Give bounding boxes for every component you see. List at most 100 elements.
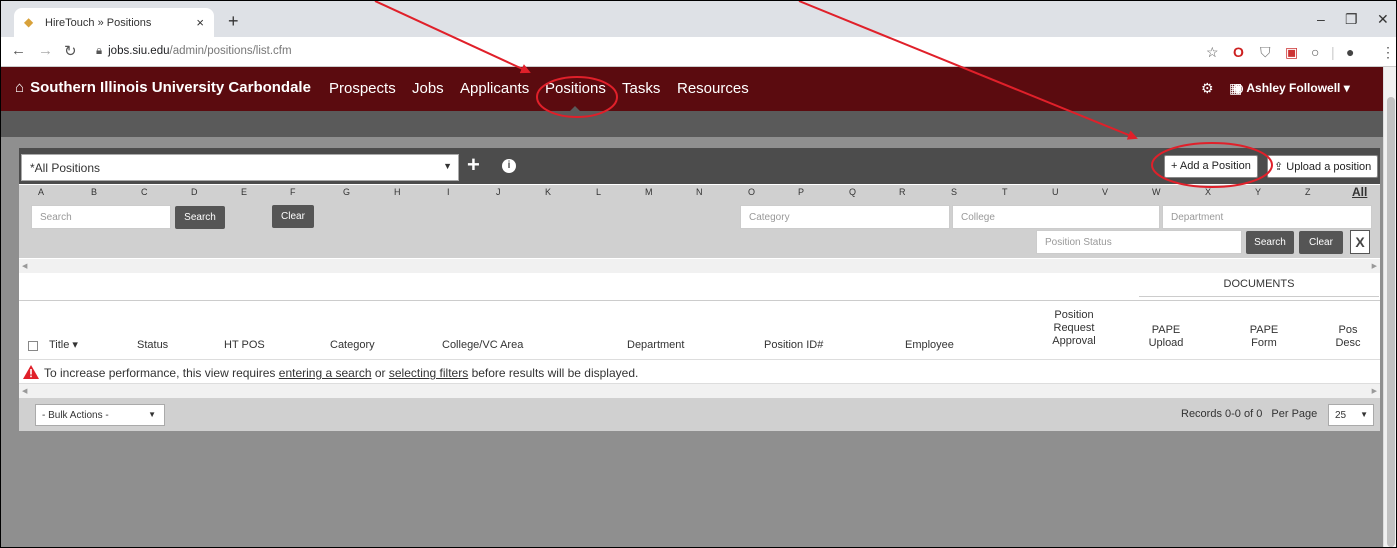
select-all-checkbox[interactable] <box>28 341 38 351</box>
scroll-right-icon[interactable]: ▶ <box>1372 387 1377 395</box>
restore-button[interactable]: ❐ <box>1345 11 1358 28</box>
clear-button[interactable]: Clear <box>272 205 314 228</box>
alpha-letter[interactable]: X <box>1205 187 1211 197</box>
col-position-request-approval[interactable]: Position Request Approval <box>1044 309 1104 348</box>
alpha-letter[interactable]: C <box>141 187 148 197</box>
col-pape-upload[interactable]: PAPE Upload <box>1141 324 1191 350</box>
position-status-filter[interactable]: Position Status <box>1036 230 1242 254</box>
alpha-letter[interactable]: K <box>545 187 551 197</box>
alpha-letter[interactable]: E <box>241 187 247 197</box>
scrollbar-thumb[interactable] <box>1387 97 1395 547</box>
shield-extension-icon[interactable]: ⛉ <box>1260 44 1271 61</box>
reload-icon[interactable]: ↻ <box>64 42 77 60</box>
nav-prospects[interactable]: Prospects <box>329 80 396 97</box>
alpha-letter[interactable]: L <box>596 187 601 197</box>
chevron-down-icon: ▼ <box>148 410 156 419</box>
circle-extension-icon[interactable]: ○ <box>1311 44 1319 60</box>
url-field[interactable]: 🔒︎ jobs.siu.edu/admin/positions/list.cfm <box>96 45 292 58</box>
scroll-left-icon[interactable]: ◀ <box>22 262 27 270</box>
alpha-letter[interactable]: Q <box>849 187 856 197</box>
alpha-all[interactable]: All <box>1352 185 1367 199</box>
alpha-letter[interactable]: I <box>447 187 450 197</box>
alpha-letter[interactable]: T <box>1002 187 1008 197</box>
chrome-menu-icon[interactable]: ⋮ <box>1381 44 1395 61</box>
pdf-extension-icon[interactable]: ▣ <box>1285 44 1298 61</box>
col-pos-desc[interactable]: Pos Desc <box>1328 324 1368 350</box>
saved-filter-value: *All Positions <box>30 161 101 175</box>
nav-jobs[interactable]: Jobs <box>412 80 444 97</box>
col-college[interactable]: College/VC Area <box>442 339 523 352</box>
upload-position-button[interactable]: ⇪ Upload a position <box>1267 155 1379 178</box>
table-scrollbar-top[interactable]: ◀ ▶ <box>19 259 1380 273</box>
back-arrow-icon[interactable]: ← <box>11 42 26 59</box>
info-icon[interactable]: i <box>502 159 516 173</box>
alpha-letter[interactable]: S <box>951 187 957 197</box>
alpha-letter[interactable]: W <box>1152 187 1161 197</box>
browser-tab[interactable]: ◆ HireTouch » Positions × <box>14 8 214 37</box>
col-title[interactable]: Title ▾ <box>49 339 78 352</box>
alpha-letter[interactable]: M <box>645 187 653 197</box>
close-window-button[interactable]: ✕ <box>1377 11 1389 28</box>
gear-icon[interactable]: ⚙ <box>1201 80 1214 97</box>
upload-position-label: Upload a position <box>1286 161 1372 173</box>
col-position-id[interactable]: Position ID# <box>764 339 823 352</box>
nav-positions[interactable]: Positions <box>545 80 606 114</box>
alpha-letter[interactable]: R <box>899 187 906 197</box>
clear-button-2[interactable]: Clear <box>1299 231 1343 254</box>
excel-export-icon[interactable]: X <box>1350 230 1370 254</box>
brand-link[interactable]: ⌂ Southern Illinois University Carbondale <box>15 79 311 96</box>
alpha-letter[interactable]: J <box>496 187 501 197</box>
alpha-letter[interactable]: A <box>38 187 44 197</box>
alpha-letter[interactable]: F <box>290 187 296 197</box>
add-position-button[interactable]: + Add a Position <box>1164 155 1258 178</box>
page-scrollbar[interactable] <box>1383 67 1396 547</box>
col-ht-pos[interactable]: HT POS <box>224 339 265 352</box>
alpha-letter[interactable]: U <box>1052 187 1059 197</box>
alpha-letter[interactable]: P <box>798 187 804 197</box>
col-department[interactable]: Department <box>627 339 684 352</box>
alpha-letter[interactable]: G <box>343 187 350 197</box>
scroll-left-icon[interactable]: ◀ <box>22 387 27 395</box>
opera-extension-icon[interactable]: O <box>1233 44 1244 60</box>
profile-avatar-icon[interactable]: ● <box>1346 44 1354 60</box>
col-category[interactable]: Category <box>330 339 375 352</box>
star-bookmark-icon[interactable]: ☆ <box>1206 44 1219 61</box>
department-filter[interactable]: Department <box>1162 205 1372 229</box>
col-pape-form[interactable]: PAPE Form <box>1244 324 1284 350</box>
scroll-right-icon[interactable]: ▶ <box>1372 262 1377 270</box>
alpha-letter[interactable]: D <box>191 187 198 197</box>
search-button-2[interactable]: Search <box>1246 231 1294 254</box>
close-tab-icon[interactable]: × <box>196 15 204 30</box>
col-employee[interactable]: Employee <box>905 339 954 352</box>
selecting-filters-link[interactable]: selecting filters <box>389 366 468 380</box>
alpha-letter[interactable]: Y <box>1255 187 1261 197</box>
alpha-letter[interactable]: Z <box>1305 187 1311 197</box>
col-pra-line1: Position <box>1054 309 1094 321</box>
forward-arrow-icon[interactable]: → <box>38 42 53 59</box>
alpha-letter[interactable]: B <box>91 187 97 197</box>
alpha-letter[interactable]: V <box>1102 187 1108 197</box>
tab-title: HireTouch » Positions <box>45 16 152 29</box>
category-filter[interactable]: Category <box>740 205 950 229</box>
search-input[interactable]: Search <box>31 205 171 229</box>
college-filter[interactable]: College <box>952 205 1160 229</box>
alpha-letter[interactable]: O <box>748 187 755 197</box>
saved-filter-select[interactable]: *All Positions ▼ <box>21 154 459 181</box>
search-button[interactable]: Search <box>175 206 225 229</box>
col-pos-desc-line1: Pos <box>1338 324 1358 336</box>
per-page-select[interactable]: 25 ▼ <box>1328 404 1374 426</box>
bulk-actions-select[interactable]: - Bulk Actions - ▼ <box>35 404 165 426</box>
user-menu[interactable]: ◉ Ashley Followell ▾ <box>1233 81 1350 95</box>
add-filter-plus-icon[interactable]: + <box>467 153 480 177</box>
nav-applicants[interactable]: Applicants <box>460 80 529 97</box>
nav-tasks[interactable]: Tasks <box>622 80 660 97</box>
alpha-letter[interactable]: H <box>394 187 401 197</box>
new-tab-button[interactable]: + <box>228 11 239 32</box>
alpha-letter[interactable]: N <box>696 187 703 197</box>
minimize-button[interactable]: – <box>1317 11 1325 27</box>
col-status[interactable]: Status <box>137 339 168 352</box>
table-scrollbar-bottom[interactable]: ◀ ▶ <box>19 384 1380 398</box>
entering-search-link[interactable]: entering a search <box>279 366 372 380</box>
nav-resources[interactable]: Resources <box>677 80 749 97</box>
alphabet-filter: A B C D E F G H I J K L M N O P Q R S T … <box>19 185 1380 200</box>
